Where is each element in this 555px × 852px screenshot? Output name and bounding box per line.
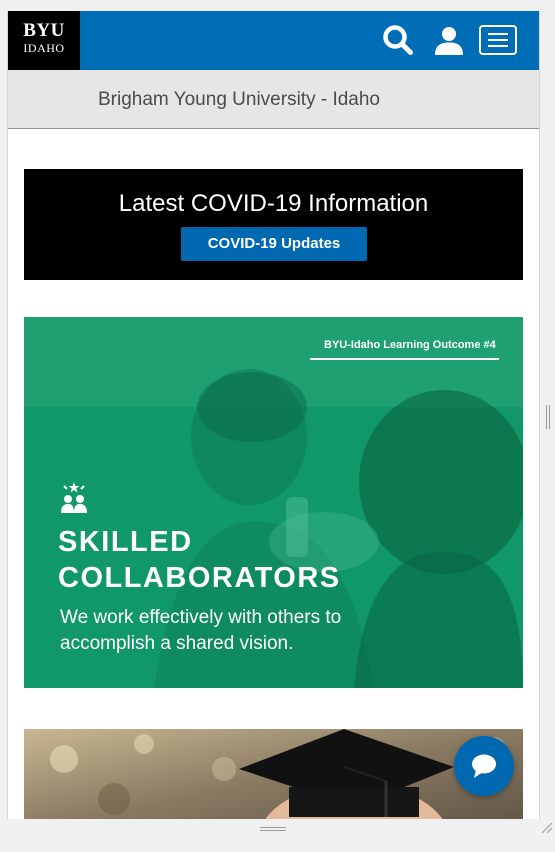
learning-outcome-banner[interactable]: BYU-Idaho Learning Outcome #4 SKILLED CO… (24, 317, 523, 688)
collaborators-icon (61, 482, 87, 513)
vertical-resize-handle[interactable] (545, 404, 551, 430)
user-icon[interactable] (432, 23, 466, 57)
covid-banner: Latest COVID-19 Information COVID-19 Upd… (24, 169, 523, 280)
horizontal-resize-handle[interactable] (259, 826, 287, 832)
outcome-description-line-2: accomplish a shared vision. (60, 633, 294, 654)
outcome-underline (310, 358, 499, 360)
site-name[interactable]: Brigham Young University - Idaho (98, 89, 380, 111)
outcome-title-line-2: COLLABORATORS (58, 562, 341, 594)
graduation-photo (24, 729, 523, 819)
chat-bubble-icon (472, 754, 496, 778)
outcome-title-line-1: SKILLED (58, 526, 193, 558)
corner-resize-handle[interactable] (540, 821, 553, 834)
covid-updates-button[interactable]: COVID-19 Updates (181, 227, 367, 261)
logo-line-1: BYU (23, 20, 65, 41)
site-header: BYU IDAHO (8, 11, 539, 70)
covid-title: Latest COVID-19 Information (118, 190, 429, 217)
byu-idaho-logo[interactable]: BYU IDAHO (8, 11, 80, 70)
logo-line-2: IDAHO (23, 41, 65, 55)
outcome-label: BYU-Idaho Learning Outcome #4 (324, 339, 496, 351)
browser-viewport: BYU IDAHO Brigham Young University - Ida (7, 11, 540, 819)
menu-icon[interactable] (479, 25, 517, 55)
outcome-description-line-1: We work effectively with others to (60, 607, 342, 628)
graduation-banner[interactable] (24, 729, 523, 819)
site-subheader: Brigham Young University - Idaho (8, 70, 539, 129)
search-icon[interactable] (381, 23, 415, 57)
chat-button[interactable] (454, 736, 514, 796)
